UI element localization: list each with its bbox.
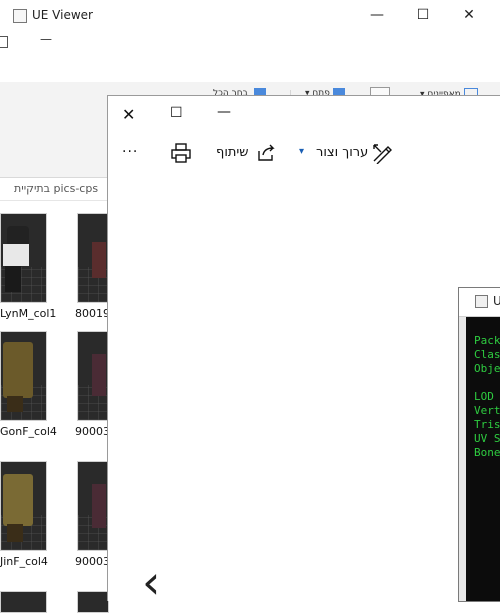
chevron-down-icon[interactable]: ▾ xyxy=(299,146,304,157)
thumbnail-partial[interactable] xyxy=(77,591,109,613)
character-figure xyxy=(92,354,106,396)
ue-viewer-titlebar: UE Viewer — ☐ ✕ xyxy=(0,0,500,31)
explorer-minimize-button[interactable]: — xyxy=(40,32,52,46)
character-legs xyxy=(7,524,23,542)
console-titlebar: U xyxy=(459,288,500,317)
console-line: Clas xyxy=(474,348,500,361)
close-button[interactable]: ✕ xyxy=(459,8,479,22)
previous-image-button[interactable]: ‹ xyxy=(142,559,160,605)
thumbnail-label: GonF_col4 xyxy=(0,425,57,438)
more-options-button[interactable]: ··· xyxy=(122,144,138,160)
edit-create-button[interactable]: ערוך וצור xyxy=(316,145,368,160)
character-hair xyxy=(7,226,29,246)
thumbnail-lynm-col1[interactable] xyxy=(0,213,47,303)
thumbnail-jinf-col4[interactable] xyxy=(0,461,47,551)
thumbnail-label: 90003 xyxy=(75,555,110,568)
console-line: Bone xyxy=(474,446,500,459)
explorer-restore-icon[interactable] xyxy=(0,36,8,48)
console-line: Tris xyxy=(474,418,500,431)
maximize-button[interactable]: ☐ xyxy=(170,105,183,121)
maximize-button[interactable]: ☐ xyxy=(413,8,433,22)
console-window: U Pack Clas Obje LOD Vert Tris UV S Bone xyxy=(458,287,500,602)
console-scrollbar[interactable] xyxy=(459,317,466,601)
console-app-icon xyxy=(475,295,488,308)
app-window-icon xyxy=(13,9,27,23)
thumbnail-partial[interactable] xyxy=(0,591,47,613)
minimize-button[interactable]: — xyxy=(367,8,387,22)
thumbnail-80019[interactable] xyxy=(77,213,109,303)
share-icon-svg xyxy=(258,144,275,161)
console-line: UV S xyxy=(474,432,500,445)
thumbnail-label: JinF_col4 xyxy=(0,555,48,568)
address-path: בתיקיית pics-cps xyxy=(14,182,99,195)
console-line: Pack xyxy=(474,334,500,347)
character-body xyxy=(3,342,33,398)
window-title: UE Viewer xyxy=(32,8,93,22)
console-line: Obje xyxy=(474,362,500,375)
character-body xyxy=(3,474,33,526)
thumbnail-90003-a[interactable] xyxy=(77,331,109,421)
print-icon xyxy=(171,143,191,163)
console-output: Pack Clas Obje LOD Vert Tris UV S Bone xyxy=(466,317,500,601)
character-shirt xyxy=(3,244,29,266)
share-button[interactable]: שיתוף xyxy=(216,145,249,160)
character-legs xyxy=(5,266,21,292)
close-button[interactable]: ✕ xyxy=(122,105,135,124)
share-icon[interactable] xyxy=(256,143,278,163)
print-button[interactable] xyxy=(170,142,192,164)
console-line: LOD xyxy=(474,390,494,403)
character-legs xyxy=(7,396,23,412)
console-line: Vert xyxy=(474,404,500,417)
explorer-titlebar: — xyxy=(0,30,500,82)
edit-pen-icon[interactable] xyxy=(371,142,393,165)
photos-window: ✕ ☐ — ··· שיתוף ▾ ערוך וצור ‹ xyxy=(107,95,500,605)
minimize-button[interactable]: — xyxy=(217,104,231,120)
draw-icon xyxy=(373,144,392,165)
explorer-search-breadcrumb[interactable]: בתיקיית pics-cps xyxy=(0,178,108,201)
character-figure xyxy=(92,484,106,528)
character-figure xyxy=(92,242,106,278)
console-title: U xyxy=(493,294,500,308)
thumbnail-gonf-col4[interactable] xyxy=(0,331,47,421)
thumbnail-label: LynM_col1 xyxy=(0,307,57,320)
thumbnail-90003-b[interactable] xyxy=(77,461,109,551)
